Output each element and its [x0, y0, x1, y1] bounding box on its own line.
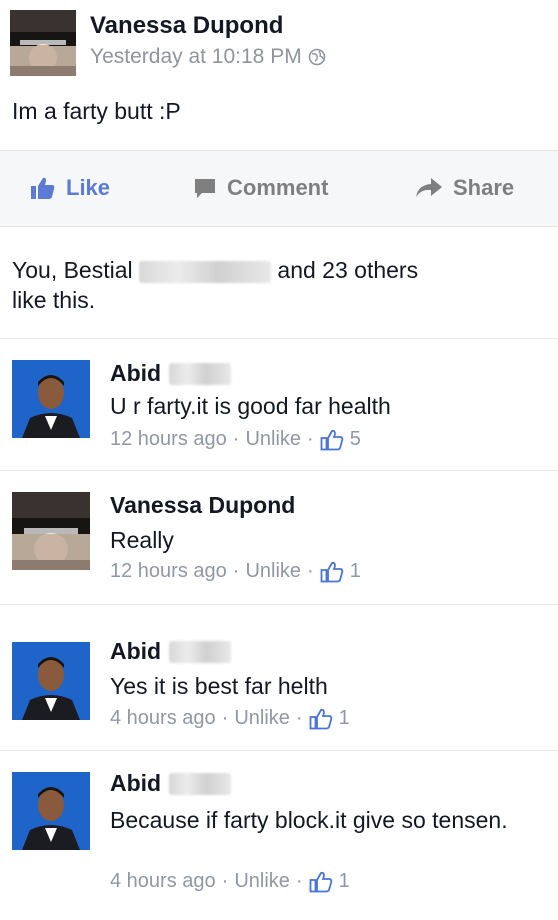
comment-like-count[interactable]: 5	[350, 428, 361, 451]
comment-meta: 4 hours ago · Unlike · 1	[110, 870, 350, 893]
comment-author[interactable]: Abid	[110, 638, 232, 665]
comment-author-name: Abid	[110, 638, 162, 664]
action-bar: Like Comment Share	[0, 150, 558, 227]
comment-time[interactable]: 12 hours ago	[110, 428, 227, 451]
unlike-button[interactable]: Unlike	[245, 428, 301, 451]
avatar[interactable]	[10, 10, 76, 76]
comment-author[interactable]: Abid	[110, 360, 232, 387]
post-header: Vanessa Dupond Yesterday at 10:18 PM	[0, 0, 558, 90]
avatar[interactable]	[12, 642, 90, 720]
separator-dot: ·	[295, 870, 303, 892]
comment-time[interactable]: 12 hours ago	[110, 560, 227, 583]
separator-dot: ·	[221, 707, 229, 729]
likes-prefix: You, Bestial	[12, 257, 133, 283]
comment-text: Really	[110, 527, 174, 553]
separator-dot: ·	[221, 870, 229, 892]
likes-suffix: and 23 others	[277, 257, 419, 283]
post-timestamp[interactable]: Yesterday at 10:18 PM	[90, 45, 326, 69]
redacted-name	[169, 640, 232, 663]
comment-text: Because if farty block.it give so tensen…	[110, 807, 508, 833]
comment-like-count[interactable]: 1	[350, 560, 361, 583]
comment-like-count[interactable]: 1	[339, 707, 350, 730]
comment-item: Abid U r farty.it is good far health 12 …	[0, 338, 558, 470]
share-arrow-icon	[416, 178, 442, 197]
avatar[interactable]	[12, 492, 90, 570]
post-author[interactable]: Vanessa Dupond	[90, 12, 283, 40]
separator-dot: ·	[232, 428, 240, 450]
thumbs-up-icon[interactable]	[320, 561, 344, 583]
comment-text: U r farty.it is good far health	[110, 393, 391, 419]
thumbs-up-icon[interactable]	[320, 429, 344, 451]
globe-icon	[308, 48, 326, 66]
separator-dot: ·	[295, 707, 303, 729]
likes-summary[interactable]: You, Bestial and 23 others like this.	[12, 255, 552, 315]
comment-meta: 12 hours ago · Unlike · 1	[110, 560, 361, 583]
comment-author-name: Abid	[110, 770, 162, 796]
likes-line2: like this.	[12, 287, 96, 313]
comment-time[interactable]: 4 hours ago	[110, 870, 216, 893]
comment-author[interactable]: Abid	[110, 770, 232, 797]
separator-dot: ·	[232, 560, 240, 582]
thumbs-up-icon[interactable]	[309, 708, 333, 730]
redacted-name	[139, 260, 272, 283]
like-button[interactable]: Like	[30, 175, 110, 201]
comment-author-name: Abid	[110, 360, 162, 386]
avatar[interactable]	[12, 772, 90, 850]
comment-time[interactable]: 4 hours ago	[110, 707, 216, 730]
separator-dot: ·	[307, 428, 314, 450]
like-label: Like	[66, 175, 111, 200]
share-button[interactable]: Share	[415, 175, 514, 201]
comment-author-name: Vanessa Dupond	[110, 492, 296, 518]
comment-label: Comment	[227, 175, 329, 200]
share-label: Share	[453, 175, 515, 200]
comment-like-count[interactable]: 1	[339, 870, 350, 893]
comment-meta: 12 hours ago · Unlike · 5	[110, 428, 361, 451]
post-text: Im a farty butt :P	[12, 98, 181, 124]
avatar[interactable]	[12, 360, 90, 438]
redacted-name	[169, 772, 232, 795]
redacted-name	[169, 362, 232, 385]
post-time-text: Yesterday at 10:18 PM	[90, 45, 302, 68]
unlike-button[interactable]: Unlike	[234, 707, 290, 730]
comment-meta: 4 hours ago · Unlike · 1	[110, 707, 350, 730]
comment-author[interactable]: Vanessa Dupond	[110, 492, 295, 519]
comment-icon	[195, 179, 215, 198]
comment-item: Abid Yes it is best far helth 4 hours ag…	[0, 604, 558, 750]
comment-button[interactable]: Comment	[193, 175, 328, 201]
unlike-button[interactable]: Unlike	[234, 870, 290, 893]
unlike-button[interactable]: Unlike	[245, 560, 301, 583]
comment-item: Abid Because if farty block.it give so t…	[0, 750, 558, 920]
comment-item: Vanessa Dupond Really 12 hours ago · Unl…	[0, 470, 558, 604]
thumbs-up-icon[interactable]	[309, 871, 333, 893]
comment-text: Yes it is best far helth	[110, 673, 328, 699]
separator-dot: ·	[307, 560, 314, 582]
thumbs-up-icon	[31, 177, 55, 199]
